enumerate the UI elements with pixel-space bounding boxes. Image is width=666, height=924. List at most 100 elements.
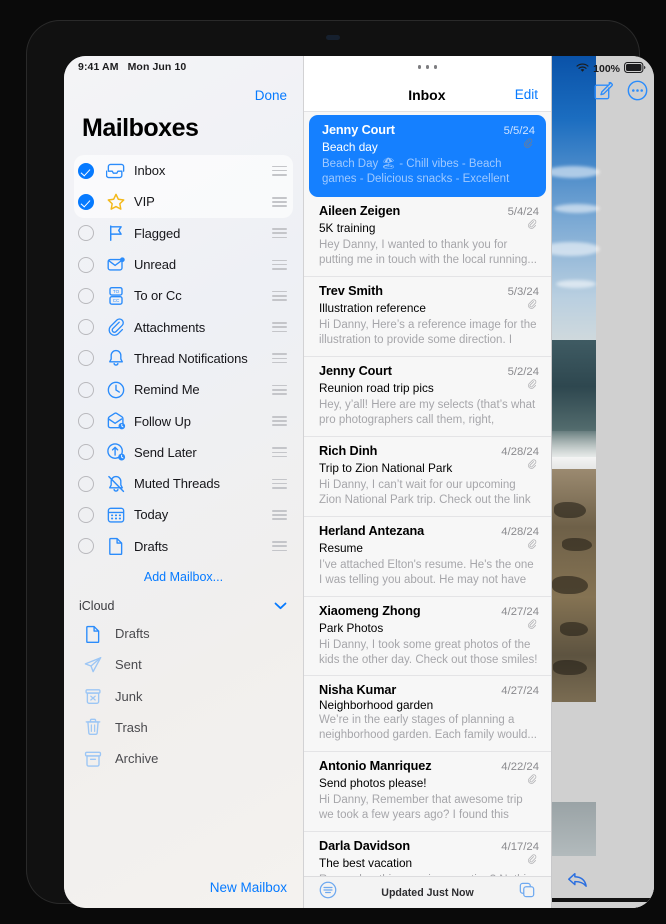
- account-folder-archive[interactable]: Archive: [64, 743, 303, 774]
- done-button[interactable]: Done: [255, 88, 287, 103]
- message-subject: Neighborhood garden: [319, 698, 434, 713]
- message-row[interactable]: Nisha Kumar 4/27/24 Neighborhood garden We’…: [304, 676, 551, 752]
- mailbox-checkbox[interactable]: [78, 319, 94, 336]
- sidebar-item-attachments[interactable]: Attachments: [74, 311, 293, 342]
- sidebar-item-inbox[interactable]: Inbox: [74, 155, 293, 186]
- message-preview: Hey, y’all! Here are my selects (that’s …: [319, 398, 536, 426]
- message-row[interactable]: Xiaomeng Zhong 4/27/24 Park Photos Hi Danny…: [304, 597, 551, 677]
- mailbox-checkbox[interactable]: [78, 444, 94, 461]
- reorder-handle[interactable]: [272, 226, 287, 241]
- paperclip-icon: [527, 619, 539, 637]
- message-date: 5/5/24: [503, 125, 535, 137]
- account-folder-trash[interactable]: Trash: [64, 712, 303, 743]
- message-date: 4/28/24: [501, 525, 539, 538]
- sidebar-item-today[interactable]: Today: [74, 499, 293, 530]
- message-row[interactable]: Jenny Court 5/2/24 Reunion road trip pics H…: [304, 357, 551, 437]
- mailbox-checkbox[interactable]: [78, 256, 94, 273]
- reorder-handle[interactable]: [272, 507, 287, 522]
- more-circle-icon[interactable]: [627, 80, 648, 106]
- message-sender: Herland Antezana: [319, 523, 425, 538]
- mailbox-checkbox[interactable]: [78, 162, 94, 179]
- account-folder-list: Drafts Sent Junk Trash Archive: [64, 618, 303, 774]
- status-bar: 9:41 AM Mon Jun 10: [64, 56, 303, 78]
- sidebar-item-remind-me[interactable]: Remind Me: [74, 374, 293, 405]
- message-list[interactable]: Jenny Court 5/5/24 Beach day Beach Day 🏖 - …: [304, 112, 551, 876]
- message-sender: Aileen Zeigen: [319, 204, 401, 218]
- send-later-icon: [101, 442, 131, 462]
- sidebar-item-unread[interactable]: Unread: [74, 249, 293, 280]
- mailbox-checkbox[interactable]: [78, 538, 94, 555]
- mailboxes-sidebar: 9:41 AM Mon Jun 10 Done Mailboxes Inbox V…: [64, 56, 303, 908]
- to-or-cc-icon: TO CC: [101, 286, 131, 306]
- mailbox-checkbox[interactable]: [78, 506, 94, 523]
- sidebar-item-send-later[interactable]: Send Later: [74, 437, 293, 468]
- reorder-handle[interactable]: [272, 163, 287, 178]
- mailbox-checkbox[interactable]: [78, 287, 94, 304]
- reorder-handle[interactable]: [272, 194, 287, 209]
- account-folder-label: Archive: [115, 751, 159, 767]
- reorder-handle[interactable]: [272, 476, 287, 491]
- reorder-handle[interactable]: [272, 320, 287, 335]
- sidebar-item-label: Muted Threads: [134, 476, 220, 492]
- sidebar-item-thread-notifications[interactable]: Thread Notifications: [74, 343, 293, 374]
- message-subject: Reunion road trip pics: [319, 380, 434, 395]
- account-folder-drafts[interactable]: Drafts: [64, 618, 303, 649]
- sidebar-item-follow-up[interactable]: Follow Up: [74, 405, 293, 436]
- sidebar-item-muted-threads[interactable]: Muted Threads: [74, 468, 293, 499]
- filter-icon[interactable]: [319, 881, 337, 904]
- multitask-handle-icon[interactable]: [304, 56, 551, 78]
- sidebar-footer: New Mailbox: [64, 866, 303, 908]
- message-date: 4/27/24: [501, 605, 539, 618]
- mailbox-checkbox[interactable]: [78, 413, 94, 430]
- message-row[interactable]: Trev Smith 5/3/24 Illustration reference Hi…: [304, 277, 551, 357]
- junk-bin-icon: [83, 686, 109, 706]
- edit-button[interactable]: Edit: [515, 87, 538, 102]
- add-mailbox-button[interactable]: Add Mailbox...: [64, 562, 303, 590]
- mailbox-checkbox[interactable]: [78, 193, 94, 210]
- reorder-handle[interactable]: [272, 539, 287, 554]
- sidebar-item-label: Send Later: [134, 444, 197, 460]
- archive-box-icon: [83, 749, 109, 769]
- message-row[interactable]: Aileen Zeigen 5/4/24 5K training Hey Danny,…: [304, 197, 551, 277]
- mailbox-checkbox[interactable]: [78, 350, 94, 367]
- message-row[interactable]: Rich Dinh 4/28/24 Trip to Zion National Pa…: [304, 437, 551, 517]
- message-row[interactable]: Antonio Manriquez 4/22/24 Send photos plea…: [304, 752, 551, 832]
- bell-slash-icon: [101, 474, 131, 494]
- sidebar-item-label: Inbox: [134, 163, 166, 179]
- paperclip-icon: [527, 379, 539, 397]
- new-mailbox-button[interactable]: New Mailbox: [210, 880, 287, 895]
- mailbox-checkbox[interactable]: [78, 225, 94, 242]
- message-row[interactable]: Jenny Court 5/5/24 Beach day Beach Day 🏖 - …: [309, 115, 546, 197]
- calendar-icon: [101, 505, 131, 525]
- account-folder-junk[interactable]: Junk: [64, 680, 303, 711]
- reorder-handle[interactable]: [272, 413, 287, 428]
- chevron-down-icon[interactable]: [274, 599, 287, 613]
- sidebar-item-drafts[interactable]: Drafts: [74, 531, 293, 562]
- message-row[interactable]: Herland Antezana 4/28/24 Resume I’ve attach…: [304, 517, 551, 597]
- home-indicator[interactable]: [552, 897, 654, 902]
- message-subject: 5K training: [319, 221, 376, 235]
- sidebar-item-flagged[interactable]: Flagged: [74, 218, 293, 249]
- paperclip-icon: [527, 459, 539, 477]
- message-date: 5/4/24: [507, 206, 539, 218]
- sidebar-item-to-or-cc[interactable]: TO CC To or Cc: [74, 280, 293, 311]
- reorder-handle[interactable]: [272, 351, 287, 366]
- reply-icon[interactable]: [566, 869, 590, 896]
- account-section-header[interactable]: iCloud: [64, 590, 303, 618]
- duplicate-icon[interactable]: [518, 881, 536, 904]
- mailbox-list: Inbox VIP Flagged Unread TO CC To or Cc Attachm…: [64, 155, 303, 562]
- message-preview: Hi Danny, I can’t wait for our upcoming …: [319, 478, 531, 506]
- account-folder-sent[interactable]: Sent: [64, 649, 303, 680]
- reorder-handle[interactable]: [272, 288, 287, 303]
- compose-icon[interactable]: [593, 81, 613, 106]
- account-folder-label: Sent: [115, 657, 142, 673]
- reorder-handle[interactable]: [272, 257, 287, 272]
- message-row[interactable]: Darla Davidson 4/17/24 The best vacation Re…: [304, 832, 551, 876]
- message-subject: Illustration reference: [319, 300, 426, 315]
- mailbox-checkbox[interactable]: [78, 381, 94, 398]
- sidebar-item-vip[interactable]: VIP: [74, 186, 293, 217]
- reorder-handle[interactable]: [272, 382, 287, 397]
- reorder-handle[interactable]: [272, 445, 287, 460]
- svg-text:TO: TO: [113, 289, 120, 294]
- mailbox-checkbox[interactable]: [78, 475, 94, 492]
